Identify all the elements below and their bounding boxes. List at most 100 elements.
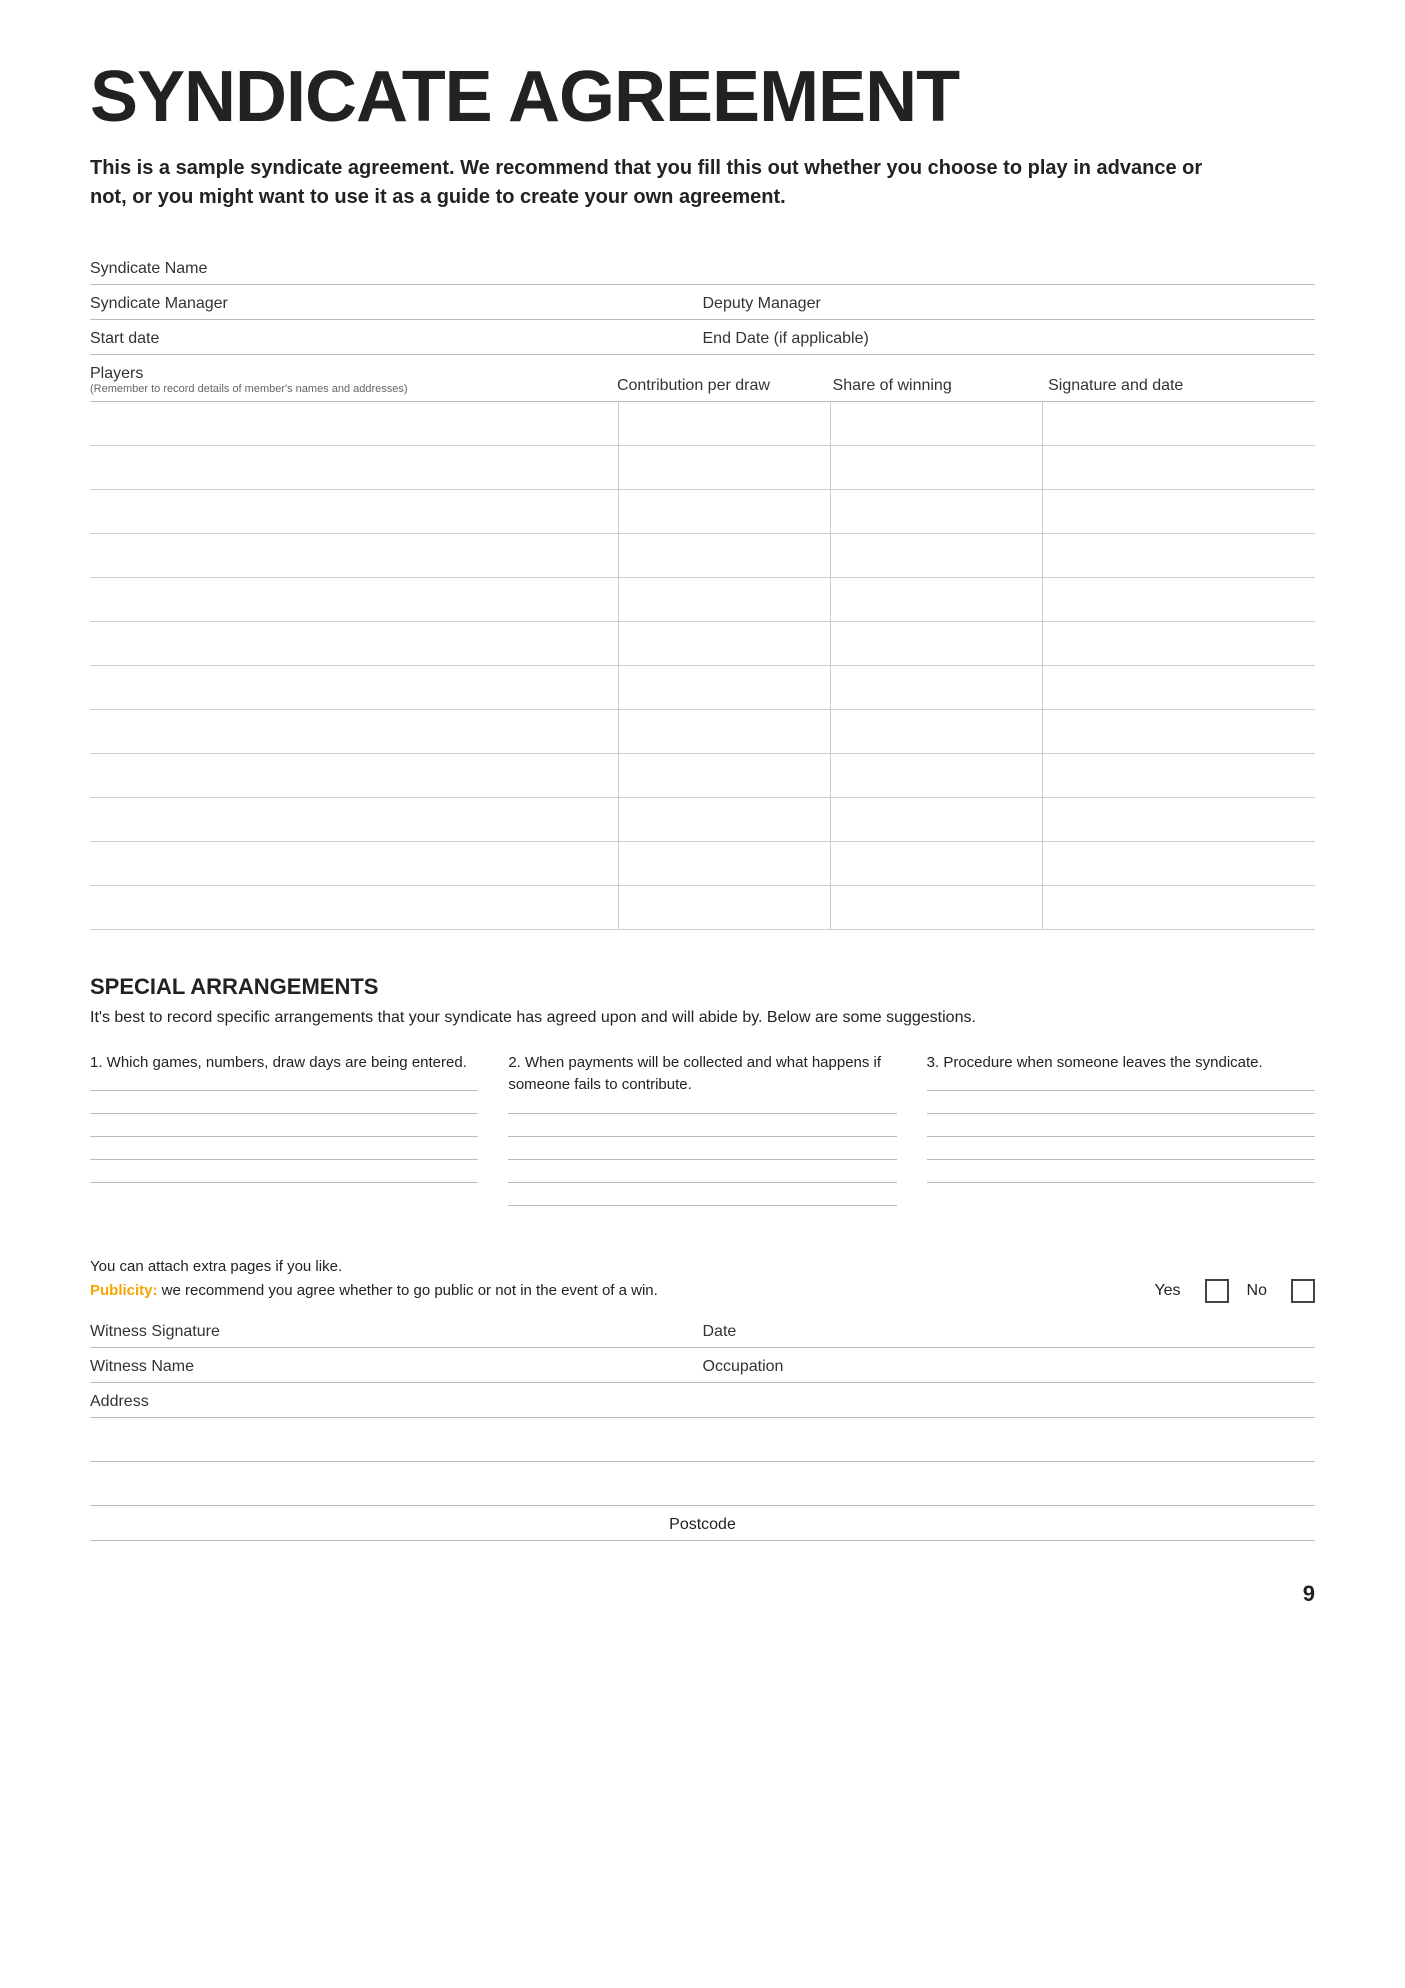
- line-rule: [90, 1136, 478, 1137]
- player-sig-cell[interactable]: [1043, 842, 1315, 885]
- player-sig-cell[interactable]: [1043, 710, 1315, 753]
- player-rows: [90, 402, 1315, 930]
- subtitle: This is a sample syndicate agreement. We…: [90, 154, 1240, 212]
- player-share-cell[interactable]: [831, 842, 1043, 885]
- players-col-sig: Signature and date: [1040, 377, 1315, 395]
- player-share-cell[interactable]: [831, 886, 1043, 929]
- publicity-row: Publicity: we recommend you agree whethe…: [90, 1279, 1315, 1303]
- yes-label: Yes: [1154, 1282, 1180, 1300]
- address-row: Address: [90, 1383, 1315, 1418]
- player-name-cell[interactable]: [90, 710, 619, 753]
- player-contrib-cell[interactable]: [619, 446, 831, 489]
- end-date-label: End Date (if applicable): [703, 330, 1316, 348]
- player-name-cell[interactable]: [90, 490, 619, 533]
- player-name-cell[interactable]: [90, 886, 619, 929]
- player-name-cell[interactable]: [90, 842, 619, 885]
- table-row: [90, 534, 1315, 578]
- player-sig-cell[interactable]: [1043, 534, 1315, 577]
- line-rule: [927, 1113, 1315, 1114]
- table-row: [90, 446, 1315, 490]
- player-contrib-cell[interactable]: [619, 754, 831, 797]
- syndicate-name-label: Syndicate Name: [90, 260, 1315, 278]
- player-contrib-cell[interactable]: [619, 666, 831, 709]
- player-name-cell[interactable]: [90, 402, 619, 445]
- players-header: Players (Remember to record details of m…: [90, 355, 1315, 402]
- line-rule: [508, 1205, 896, 1206]
- player-share-cell[interactable]: [831, 446, 1043, 489]
- player-share-cell[interactable]: [831, 534, 1043, 577]
- player-share-cell[interactable]: [831, 710, 1043, 753]
- line-rule: [927, 1159, 1315, 1160]
- player-sig-cell[interactable]: [1043, 798, 1315, 841]
- player-sig-cell[interactable]: [1043, 446, 1315, 489]
- player-name-cell[interactable]: [90, 798, 619, 841]
- witness-name-row: Witness Name Occupation: [90, 1348, 1315, 1383]
- player-share-cell[interactable]: [831, 622, 1043, 665]
- publicity-desc: we recommend you agree whether to go pub…: [158, 1282, 658, 1299]
- players-col-name: Players (Remember to record details of m…: [90, 365, 609, 395]
- line-rule: [508, 1159, 896, 1160]
- arrangement-lines-3: [927, 1090, 1315, 1183]
- manager-row: Syndicate Manager Deputy Manager: [90, 285, 1315, 320]
- player-contrib-cell[interactable]: [619, 710, 831, 753]
- line-rule: [927, 1136, 1315, 1137]
- line-rule: [927, 1182, 1315, 1183]
- player-contrib-cell[interactable]: [619, 578, 831, 621]
- special-arrangements-desc: It's best to record specific arrangement…: [90, 1006, 1315, 1030]
- line-rule: [90, 1159, 478, 1160]
- publicity-text: Publicity: we recommend you agree whethe…: [90, 1282, 1154, 1299]
- arrangement-col-1: 1. Which games, numbers, draw days are b…: [90, 1052, 508, 1228]
- line-rule: [508, 1113, 896, 1114]
- player-share-cell[interactable]: [831, 754, 1043, 797]
- no-checkbox[interactable]: [1291, 1279, 1315, 1303]
- line-rule: [90, 1113, 478, 1114]
- yes-checkbox[interactable]: [1205, 1279, 1229, 1303]
- arrangement-lines-2: [508, 1113, 896, 1206]
- players-col-contrib: Contribution per draw: [609, 377, 825, 395]
- table-row: [90, 578, 1315, 622]
- start-date-label: Start date: [90, 330, 703, 348]
- player-share-cell[interactable]: [831, 578, 1043, 621]
- player-share-cell[interactable]: [831, 402, 1043, 445]
- arrangements-grid: 1. Which games, numbers, draw days are b…: [90, 1052, 1315, 1228]
- player-name-cell[interactable]: [90, 578, 619, 621]
- syndicate-name-row: Syndicate Name: [90, 250, 1315, 285]
- player-contrib-cell[interactable]: [619, 842, 831, 885]
- address-line-2: [90, 1462, 1315, 1506]
- player-sig-cell[interactable]: [1043, 666, 1315, 709]
- player-share-cell[interactable]: [831, 490, 1043, 533]
- player-name-cell[interactable]: [90, 446, 619, 489]
- players-col-share: Share of winning: [825, 377, 1041, 395]
- player-name-cell[interactable]: [90, 666, 619, 709]
- special-arrangements-title: SPECIAL ARRANGEMENTS: [90, 974, 1315, 1000]
- player-share-cell[interactable]: [831, 798, 1043, 841]
- table-row: [90, 622, 1315, 666]
- extra-note: You can attach extra pages if you like.: [90, 1258, 1315, 1275]
- witness-signature-row: Witness Signature Date: [90, 1313, 1315, 1348]
- player-contrib-cell[interactable]: [619, 534, 831, 577]
- player-contrib-cell[interactable]: [619, 622, 831, 665]
- witness-signature-label: Witness Signature: [90, 1323, 703, 1341]
- arrangement-label-3: 3. Procedure when someone leaves the syn…: [927, 1052, 1315, 1075]
- player-share-cell[interactable]: [831, 666, 1043, 709]
- player-name-cell[interactable]: [90, 534, 619, 577]
- player-name-cell[interactable]: [90, 754, 619, 797]
- player-contrib-cell[interactable]: [619, 402, 831, 445]
- player-sig-cell[interactable]: [1043, 402, 1315, 445]
- arrangement-label-2: 2. When payments will be collected and w…: [508, 1052, 896, 1097]
- player-sig-cell[interactable]: [1043, 622, 1315, 665]
- page-title: SYNDICATE AGREEMENT: [90, 60, 1315, 136]
- table-row: [90, 754, 1315, 798]
- table-row: [90, 490, 1315, 534]
- player-sig-cell[interactable]: [1043, 490, 1315, 533]
- publicity-label: Publicity:: [90, 1282, 158, 1299]
- player-sig-cell[interactable]: [1043, 578, 1315, 621]
- player-sig-cell[interactable]: [1043, 754, 1315, 797]
- player-contrib-cell[interactable]: [619, 798, 831, 841]
- address-line-1: [90, 1418, 1315, 1462]
- arrangement-lines-1: [90, 1090, 478, 1183]
- player-contrib-cell[interactable]: [619, 490, 831, 533]
- player-sig-cell[interactable]: [1043, 886, 1315, 929]
- player-contrib-cell[interactable]: [619, 886, 831, 929]
- player-name-cell[interactable]: [90, 622, 619, 665]
